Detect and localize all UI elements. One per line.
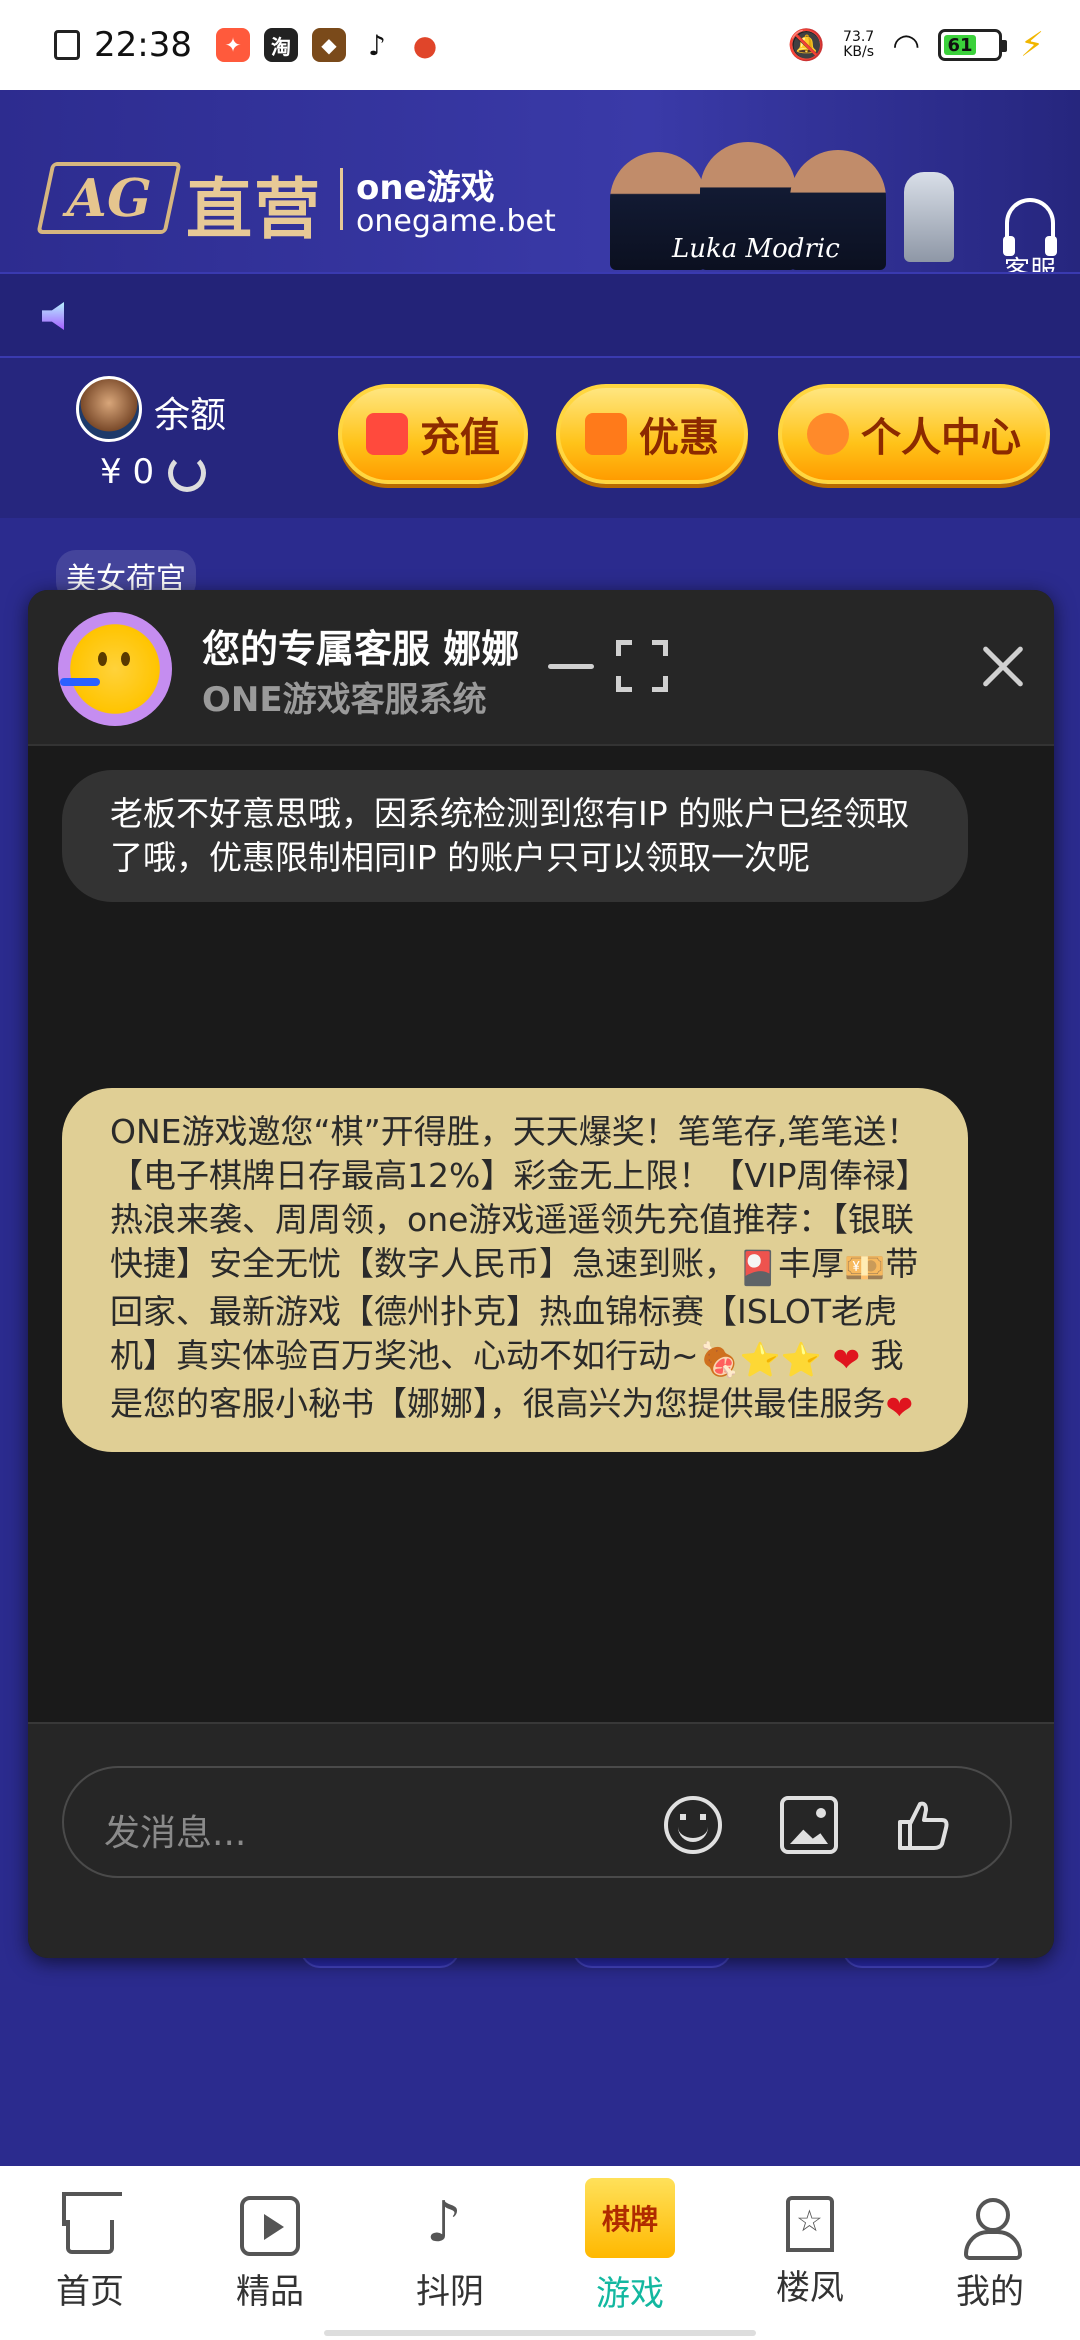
wallet-icon	[366, 413, 408, 455]
battery-level: 61	[944, 35, 976, 56]
promo-button[interactable]: 优惠	[556, 384, 748, 484]
brand-zhiying: 直营	[186, 171, 322, 248]
player-signature: Luka Modric	[672, 234, 840, 264]
heart-icon: ❤	[885, 1388, 914, 1427]
meat-icon: 🍖	[698, 1340, 740, 1379]
balance-row: 余额 ¥ 0 充值 优惠 个人中心	[0, 358, 1080, 518]
personal-center-label: 个人中心	[861, 415, 1021, 461]
nav-mine[interactable]: 我的	[900, 2166, 1080, 2340]
game-app-icon: ◆	[311, 28, 346, 62]
star-icon: ⭐	[780, 1340, 822, 1379]
message-text: 老板不好意思哦，因系统检测到您有IP 的账户已经领取了哦，优惠限制相同IP 的账…	[110, 794, 910, 877]
status-time: 22:38	[94, 25, 192, 65]
recharge-label: 充值	[420, 415, 500, 461]
recharge-button[interactable]: 充值	[338, 384, 528, 484]
chat-dialog: 您的专属客服 娜娜 ONE游戏客服系统 老板不好意思哦，因系统检测到您有IP 的…	[28, 590, 1054, 1958]
nav-label: 游戏	[596, 2274, 664, 2314]
notification-app-icon: ✦	[215, 28, 250, 62]
nav-douyin[interactable]: 抖阴	[360, 2166, 540, 2340]
network-speed: 73.7 KB/s	[843, 29, 875, 60]
players-photo: Luka Modric	[600, 130, 960, 270]
agent-avatar	[58, 612, 172, 726]
emoji-icon[interactable]	[664, 1796, 722, 1854]
chat-title: 您的专属客服 娜娜	[202, 627, 520, 671]
home-icon	[66, 2220, 114, 2254]
status-bar: 22:38 ✦ 淘 ◆ ♪ ● 🔕 73.7 KB/s ◠ 61 ⚡	[0, 0, 1080, 90]
thumbs-up-icon[interactable]	[894, 1796, 952, 1854]
star-icon: ⭐	[739, 1340, 781, 1379]
balance-label: 余额	[154, 395, 227, 436]
nav-home[interactable]: 首页	[0, 2166, 180, 2340]
money-icon: 💴	[844, 1248, 886, 1287]
chat-message-promo: ONE游戏邀您“棋”开得胜，天天爆奖！笔笔存,笔笔送！【电子棋牌日存最高12%】…	[62, 1088, 968, 1452]
wifi-icon: ◠	[892, 26, 921, 64]
gift-icon	[585, 413, 627, 455]
cards-icon: 棋牌	[585, 2178, 675, 2258]
notice-bar[interactable]	[0, 272, 1080, 358]
site-url: onegame.bet	[356, 204, 556, 239]
tiktok-icon	[420, 2190, 480, 2256]
avatar[interactable]	[76, 376, 142, 442]
nav-label: 楼凤	[776, 2268, 844, 2308]
chat-subtitle: ONE游戏客服系统	[202, 680, 487, 720]
one-game-logo: one游戏	[356, 168, 495, 208]
message-text: 丰厚	[778, 1244, 845, 1283]
tiktok-notification-icon: ♪	[359, 28, 394, 62]
promo-label: 优惠	[639, 415, 719, 461]
headset-icon	[1002, 198, 1057, 256]
ag-logo: AG	[36, 162, 182, 234]
sim-off-icon	[54, 30, 80, 60]
star-bookmark-icon	[786, 2196, 834, 2252]
image-icon[interactable]	[780, 1796, 838, 1854]
maximize-icon[interactable]	[612, 636, 672, 696]
balance-value: ¥ 0	[100, 452, 155, 492]
refresh-icon[interactable]	[168, 454, 206, 492]
personal-center-button[interactable]: 个人中心	[778, 384, 1050, 484]
battery-icon: 61	[938, 29, 1008, 61]
nav-label: 我的	[956, 2272, 1024, 2312]
chat-header: 您的专属客服 娜娜 ONE游戏客服系统	[28, 590, 1054, 746]
pumpkin-icon: ●	[407, 28, 442, 62]
person-icon	[807, 413, 849, 455]
home-indicator[interactable]	[324, 2330, 756, 2336]
headset-mic-icon	[60, 678, 100, 686]
nav-label: 抖阴	[416, 2272, 484, 2312]
nav-loufeng[interactable]: 楼凤	[720, 2166, 900, 2340]
message-placeholder: 发消息...	[104, 1813, 247, 1854]
avatar-face	[94, 652, 134, 668]
charging-icon: ⚡	[1020, 25, 1044, 65]
nav-featured[interactable]: 精品	[180, 2166, 360, 2340]
mahjong-icon: 🎴	[737, 1248, 779, 1287]
nav-label: 精品	[236, 2272, 304, 2312]
close-icon[interactable]	[972, 636, 1032, 696]
play-icon	[240, 2196, 300, 2256]
bottom-nav: 首页 精品 抖阴 棋牌 游戏 楼凤 我的	[0, 2166, 1080, 2340]
minimize-icon[interactable]	[542, 636, 602, 696]
brand-divider	[340, 168, 343, 230]
user-icon	[960, 2196, 1022, 2260]
heart-icon: ❤	[832, 1340, 861, 1379]
nav-label: 首页	[56, 2272, 124, 2312]
taobao-icon: 淘	[263, 28, 298, 62]
speaker-icon	[36, 292, 84, 340]
trophy-icon	[904, 172, 954, 262]
message-input[interactable]: 发消息...	[62, 1766, 1012, 1878]
nav-games[interactable]: 棋牌 游戏	[540, 2166, 720, 2340]
header-banner: AG 直营 one游戏 onegame.bet Luka Modric 客服	[0, 90, 1080, 286]
mute-icon: 🔕	[787, 27, 826, 63]
chat-input-area: 发消息...	[28, 1722, 1054, 1958]
chat-message: 老板不好意思哦，因系统检测到您有IP 的账户已经领取了哦，优惠限制相同IP 的账…	[62, 770, 968, 902]
